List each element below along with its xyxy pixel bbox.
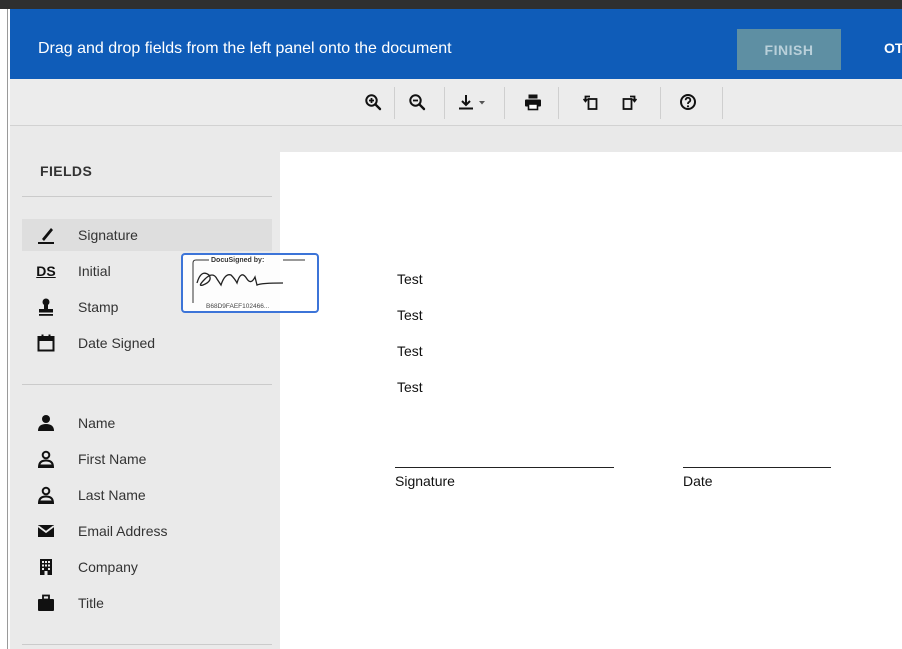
document-toolbar — [10, 79, 902, 126]
date-line — [683, 467, 831, 468]
calendar-icon — [34, 331, 58, 355]
toolbar-separator — [444, 87, 445, 119]
window-top-strip — [0, 0, 902, 9]
initials-ds-icon: DS — [34, 259, 58, 283]
person-icon — [34, 411, 58, 435]
docusign-envelope-id: B68D9FAEF102466... — [205, 303, 271, 310]
fields-divider — [22, 384, 272, 385]
window-left-edge — [0, 9, 10, 649]
field-label: Title — [78, 595, 104, 611]
instruction-banner: Drag and drop fields from the left panel… — [10, 9, 902, 79]
toolbar-separator — [504, 87, 505, 119]
document-canvas: Test Test Test Test Signature Date — [280, 126, 902, 649]
field-label: Name — [78, 415, 116, 431]
dragged-signature-field[interactable]: DocuSigned by: B68D9FAEF102466... — [181, 253, 319, 313]
banner-instruction-text: Drag and drop fields from the left panel… — [38, 40, 452, 57]
field-label: Stamp — [78, 299, 119, 315]
zoom-in-icon[interactable] — [358, 86, 388, 118]
rotate-right-icon[interactable] — [614, 86, 644, 118]
field-last-name[interactable]: Last Name — [22, 479, 272, 511]
signature-line — [395, 467, 614, 468]
signature-pen-icon — [34, 223, 58, 247]
rotate-left-icon[interactable] — [576, 86, 606, 118]
building-icon — [34, 555, 58, 579]
doc-text-line: Test — [397, 307, 423, 323]
signature-caption: Signature — [395, 473, 455, 489]
person-outline-icon — [34, 447, 58, 471]
fields-title: FIELDS — [40, 163, 93, 179]
zoom-out-icon[interactable] — [402, 86, 432, 118]
document-page[interactable]: Test Test Test Test Signature Date — [280, 152, 902, 649]
envelope-icon — [34, 519, 58, 543]
doc-text-line: Test — [397, 271, 423, 287]
fields-panel: FIELDS Signature DS Initial Stamp Date S… — [10, 126, 280, 649]
toolbar-separator — [660, 87, 661, 119]
finish-button[interactable]: FINISH — [737, 29, 841, 70]
doc-text-line: Test — [397, 343, 423, 359]
initials-ds-text: DS — [36, 263, 56, 279]
field-label: Signature — [78, 227, 138, 243]
other-actions-button[interactable]: OT — [884, 40, 902, 56]
fields-divider — [22, 196, 272, 197]
toolbar-separator — [558, 87, 559, 119]
field-email-address[interactable]: Email Address — [22, 515, 272, 547]
field-date-signed[interactable]: Date Signed — [22, 327, 272, 359]
field-label: Email Address — [78, 523, 168, 539]
field-label: Date Signed — [78, 335, 156, 351]
toolbar-separator — [394, 87, 395, 119]
field-first-name[interactable]: First Name — [22, 443, 272, 475]
field-label: First Name — [78, 451, 147, 467]
field-label: Last Name — [78, 487, 146, 503]
download-icon[interactable] — [454, 86, 496, 118]
stamp-icon — [34, 295, 58, 319]
field-name[interactable]: Name — [22, 407, 272, 439]
person-outline-icon — [34, 483, 58, 507]
docusigned-by-header: DocuSigned by: — [209, 257, 267, 264]
print-icon[interactable] — [518, 86, 548, 118]
date-caption: Date — [683, 473, 713, 489]
help-icon[interactable] — [673, 86, 703, 118]
field-title[interactable]: Title — [22, 587, 272, 619]
briefcase-icon — [34, 591, 58, 615]
field-label: Company — [78, 559, 138, 575]
toolbar-separator — [722, 87, 723, 119]
fields-divider — [22, 644, 272, 645]
doc-text-line: Test — [397, 379, 423, 395]
field-label: Initial — [78, 263, 111, 279]
field-company[interactable]: Company — [22, 551, 272, 583]
field-signature[interactable]: Signature — [22, 219, 272, 251]
